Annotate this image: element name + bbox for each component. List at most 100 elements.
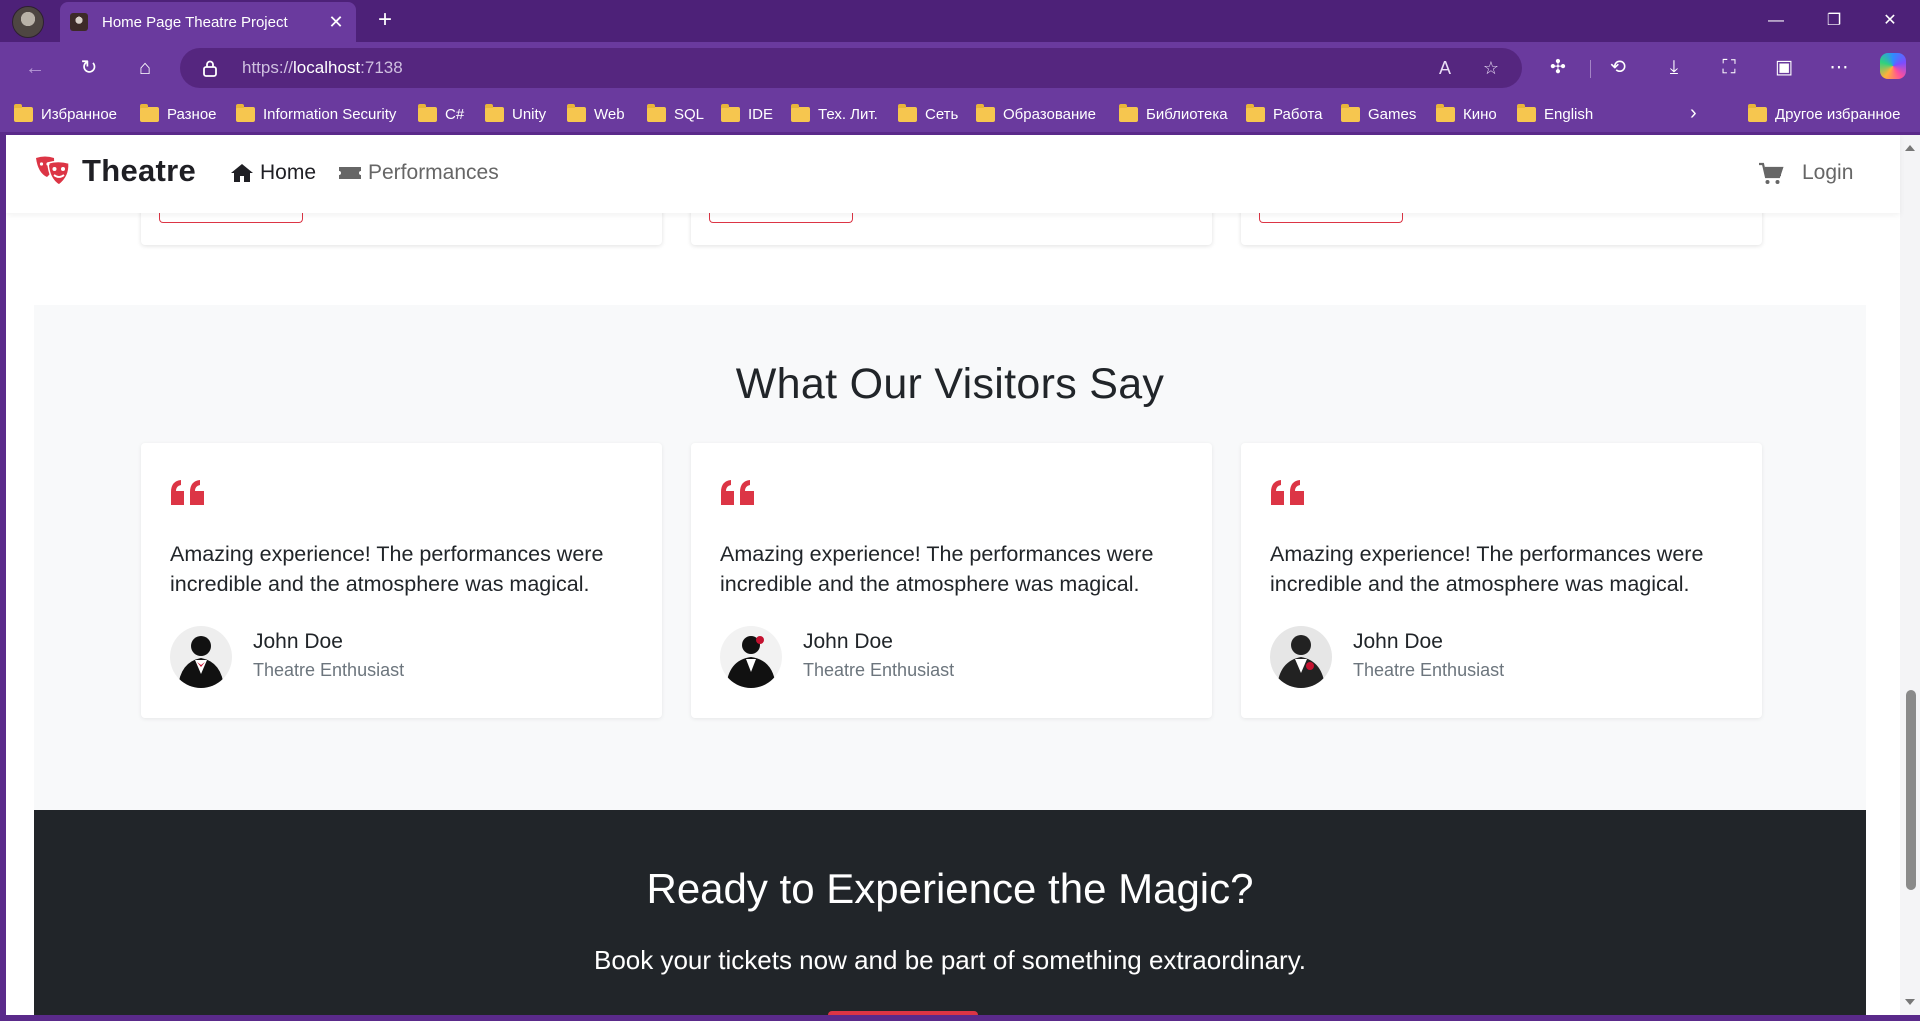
bookmark-folder[interactable]: Web [567,103,625,125]
cta-section: Ready to Experience the Magic? Book your… [34,810,1866,1015]
downloads-icon[interactable]: ⤓ [1659,54,1689,82]
bookmark-folder[interactable]: Тех. Лит. [791,103,878,125]
folder-icon [1748,103,1767,122]
cart-icon[interactable] [1758,161,1784,187]
testimonial-name: John Doe [803,630,893,653]
browser-toolbar: ← ↻ ⌂ https://localhost:7138 A ☆ ✣ ⟲ ⤓ ⛶… [0,42,1920,94]
title-bar: Home Page Theatre Project ✕ + — ❐ ✕ [0,0,1920,42]
testimonials-section: What Our Visitors Say Amazing experience… [34,305,1866,810]
book-tickets-button[interactable] [828,1011,978,1015]
lock-icon [203,60,217,77]
bookmark-folder[interactable]: IDE [721,103,773,125]
folder-icon [140,103,159,122]
testimonial-card: Amazing experience! The performances wer… [141,443,662,718]
testimonial-quote: Amazing experience! The performances wer… [720,542,1154,596]
bookmark-folder[interactable]: C# [418,103,464,125]
folder-icon [647,103,666,122]
quote-icon [171,480,204,505]
page-viewport: Theatre Home Performances Login What Our… [6,135,1906,1015]
folder-icon [898,103,917,122]
bookmark-folder[interactable]: Работа [1246,103,1323,125]
url-text: https://localhost:7138 [242,58,403,77]
folder-icon [976,103,995,122]
bookmark-folder[interactable]: Сеть [898,103,958,125]
quote-icon [721,480,754,505]
copilot-icon[interactable] [1880,53,1906,79]
bookmark-folder[interactable]: Библиотека [1119,103,1228,125]
nav-home[interactable]: Home [230,161,316,185]
bookmark-folder[interactable]: English [1517,103,1593,125]
home-icon [231,164,253,182]
testimonial-name: John Doe [253,630,343,653]
other-bookmarks[interactable]: Другое избранное [1748,103,1900,125]
favorite-star-icon[interactable]: ☆ [1478,56,1504,80]
folder-icon [14,103,33,122]
bookmark-folder[interactable]: SQL [647,103,704,125]
collections-icon[interactable]: ▣ [1769,54,1799,82]
testimonial-quote: Amazing experience! The performances wer… [170,542,604,596]
home-button[interactable]: ⌂ [128,52,162,84]
testimonial-role: Theatre Enthusiast [1353,660,1505,680]
testimonial-role: Theatre Enthusiast [253,660,405,680]
tab-active[interactable]: Home Page Theatre Project ✕ [60,2,356,42]
profile-avatar[interactable] [12,6,44,38]
folder-icon [1436,103,1455,122]
restore-button[interactable]: ❐ [1814,6,1854,36]
folder-icon [418,103,437,122]
extensions-icon[interactable]: ✣ [1543,54,1573,82]
favicon-icon [70,13,88,31]
close-tab-icon[interactable]: ✕ [326,12,346,33]
bookmark-folder[interactable]: Unity [485,103,546,125]
folder-icon [236,103,255,122]
scrollbar-thumb[interactable] [1906,690,1916,890]
minimize-button[interactable]: — [1756,6,1796,36]
bookmark-folder[interactable]: Кино [1436,103,1497,125]
nav-performances[interactable]: Performances [338,161,499,185]
close-window-button[interactable]: ✕ [1870,6,1910,36]
more-menu-icon[interactable]: ⋯ [1824,54,1854,82]
brand-name: Theatre [82,153,197,188]
nav-performances-label: Performances [368,161,499,184]
testimonial-quote: Amazing experience! The performances wer… [1270,542,1704,596]
nav-home-label: Home [260,161,317,184]
chevron-right-icon[interactable]: › [1690,102,1697,125]
folder-icon [1517,103,1536,122]
avatar [1270,626,1332,688]
history-icon[interactable]: ⟲ [1603,54,1633,82]
testimonial-role: Theatre Enthusiast [803,660,955,680]
bookmark-folder[interactable]: Образование [976,103,1096,125]
cta-subtitle: Book your tickets now and be part of som… [593,945,1306,975]
folder-icon [485,103,504,122]
back-button[interactable]: ← [18,52,52,84]
testimonial-card: Amazing experience! The performances wer… [1241,443,1762,718]
avatar [720,626,782,688]
folder-icon [791,103,810,122]
folder-icon [1119,103,1138,122]
folder-icon [721,103,740,122]
bookmark-folder[interactable]: Information Security [236,103,396,125]
ticket-icon [339,167,361,179]
login-link[interactable]: Login [1802,161,1853,185]
folder-icon [1246,103,1265,122]
bookmark-folder[interactable]: Избранное [14,103,117,125]
cta-title: Ready to Experience the Magic? [646,865,1254,912]
folder-icon [1341,103,1360,122]
reload-button[interactable]: ↻ [72,52,106,84]
tab-title: Home Page Theatre Project [102,13,288,31]
avatar [170,626,232,688]
read-aloud-icon[interactable]: A [1432,56,1458,80]
theatre-masks-icon [36,156,70,186]
page-scrollbar[interactable] [1900,135,1920,1015]
bookmark-folder[interactable]: Разное [140,103,217,125]
address-bar[interactable]: https://localhost:7138 A ☆ [180,48,1522,88]
folder-icon [567,103,586,122]
screenshot-icon[interactable]: ⛶ [1714,54,1744,82]
site-navbar: Theatre Home Performances Login [6,135,1900,213]
bookmark-folder[interactable]: Games [1341,103,1416,125]
brand-link[interactable]: Theatre [34,153,196,189]
section-title: What Our Visitors Say [735,360,1165,408]
bookmarks-bar: Избранное Разное Information Security C#… [0,94,1920,132]
new-tab-button[interactable]: + [372,8,398,34]
scroll-up-icon[interactable] [1905,145,1915,151]
scroll-down-icon[interactable] [1905,999,1915,1005]
